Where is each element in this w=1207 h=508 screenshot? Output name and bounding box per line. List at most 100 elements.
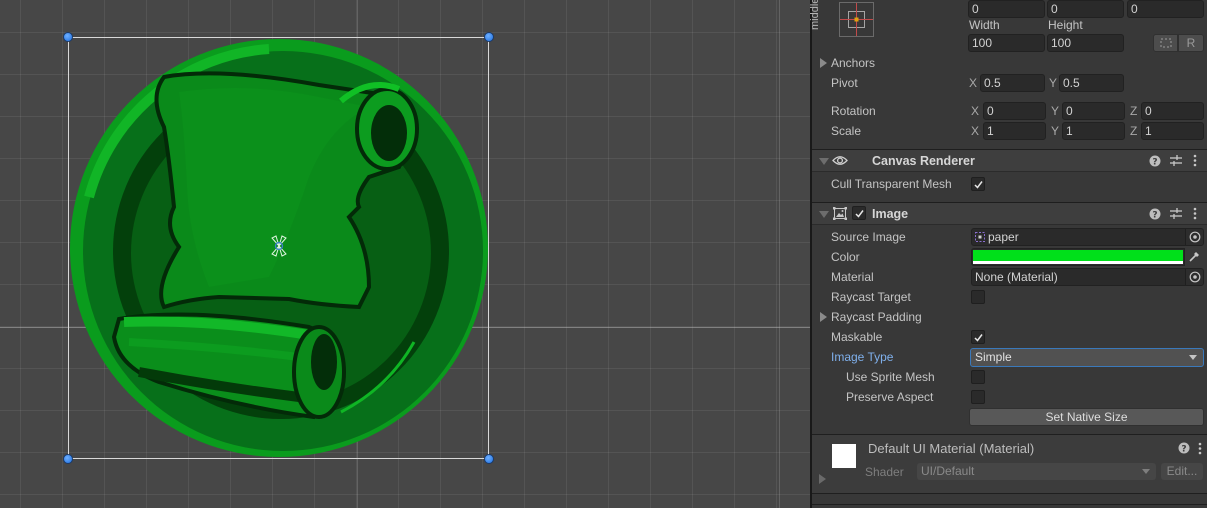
rotation-x-field[interactable]: 0 [983, 102, 1046, 120]
canvas-renderer-header[interactable]: Canvas Renderer ? [812, 149, 1207, 172]
svg-text:?: ? [1181, 445, 1186, 455]
material-field[interactable]: None (Material) [971, 268, 1204, 286]
rotation-z-field[interactable]: 0 [1141, 102, 1204, 120]
source-image-value: paper [988, 230, 1019, 244]
resize-handle-bottom-left[interactable] [63, 454, 73, 464]
dashed-rect-icon [1160, 38, 1171, 48]
image-foldout-icon[interactable] [819, 211, 829, 218]
pivot-y-label: Y [1049, 76, 1058, 90]
image-type-dropdown[interactable]: Simple [970, 348, 1204, 367]
resize-handle-bottom-right[interactable] [484, 454, 494, 464]
pivot-label: Pivot [831, 76, 858, 90]
pivot-anchor-icon[interactable] [266, 233, 292, 259]
cull-transparent-mesh-checkbox[interactable] [971, 177, 985, 191]
anchors-foldout-icon[interactable] [820, 58, 827, 68]
material-label: Material [831, 270, 874, 284]
image-type-value: Simple [975, 350, 1012, 364]
image-component-title: Image [872, 207, 909, 221]
resize-handle-top-left[interactable] [63, 32, 73, 42]
eyedropper-icon [1189, 252, 1199, 262]
rotation-y-field[interactable]: 0 [1062, 102, 1125, 120]
scale-y-label: Y [1051, 124, 1060, 138]
raycast-padding-label[interactable]: Raycast Padding [831, 310, 922, 324]
color-label: Color [831, 250, 860, 264]
shader-value: UI/Default [921, 464, 975, 478]
preset-sliders-icon[interactable] [1170, 207, 1182, 220]
pos-z-field[interactable]: 0 [1127, 0, 1204, 18]
eyedropper-button[interactable] [1185, 248, 1204, 266]
preserve-aspect-checkbox[interactable] [971, 390, 985, 404]
maskable-label: Maskable [831, 330, 883, 344]
source-image-field[interactable]: paper [971, 228, 1204, 246]
kebab-menu-icon[interactable] [1198, 442, 1202, 455]
checkmark-icon [974, 181, 983, 189]
help-icon[interactable]: ? [1149, 155, 1161, 167]
set-native-size-button[interactable]: Set Native Size [969, 408, 1204, 426]
chevron-down-icon [1189, 355, 1197, 360]
chevron-down-icon [1142, 469, 1150, 474]
pos-x-field[interactable]: 0 [968, 0, 1045, 18]
scale-z-label: Z [1130, 124, 1138, 138]
width-label: Width [969, 18, 1000, 32]
help-icon[interactable]: ? [1178, 442, 1190, 454]
kebab-menu-icon[interactable] [1193, 207, 1197, 220]
shader-dropdown[interactable]: UI/Default [917, 463, 1156, 480]
color-field[interactable] [971, 248, 1185, 266]
svg-text:?: ? [1152, 158, 1157, 168]
anchors-label[interactable]: Anchors [831, 56, 875, 70]
section-divider [812, 493, 1207, 494]
rotation-label: Rotation [831, 104, 876, 118]
pivot-x-field[interactable]: 0.5 [980, 74, 1045, 92]
material-title: Default UI Material (Material) [868, 441, 1035, 456]
image-type-label: Image Type [831, 350, 894, 364]
material-value: None (Material) [975, 270, 1058, 284]
scale-x-label: X [971, 124, 980, 138]
canvas-renderer-title: Canvas Renderer [872, 154, 975, 168]
raycast-target-checkbox[interactable] [971, 290, 985, 304]
edit-shader-button[interactable]: Edit... [1161, 463, 1203, 480]
anchor-preset-icon [840, 3, 873, 36]
anchor-preset-label: middle [809, 0, 821, 30]
image-enabled-checkbox[interactable] [852, 206, 866, 220]
help-icon[interactable]: ? [1149, 208, 1161, 220]
rotation-y-label: Y [1051, 104, 1060, 118]
raw-edit-button[interactable]: R [1178, 34, 1204, 52]
material-picker-button[interactable] [1185, 269, 1203, 285]
svg-text:?: ? [1152, 211, 1157, 221]
rotation-z-label: Z [1130, 104, 1138, 118]
inspector-panel: middle 0 0 0 Width Height 100 100 R Anch… [809, 0, 1207, 508]
pivot-y-field[interactable]: 0.5 [1059, 74, 1124, 92]
alpha-bar [973, 261, 1183, 264]
maskable-checkbox[interactable] [971, 330, 985, 344]
scene-grid-line [779, 0, 780, 508]
use-sprite-mesh-checkbox[interactable] [971, 370, 985, 384]
use-sprite-mesh-label: Use Sprite Mesh [846, 370, 935, 384]
preset-sliders-icon[interactable] [1170, 154, 1182, 167]
blueprint-mode-button[interactable] [1153, 34, 1178, 52]
checkmark-icon [974, 334, 983, 342]
section-divider [812, 504, 1207, 505]
scale-x-field[interactable]: 1 [983, 122, 1046, 140]
shader-label: Shader [865, 465, 904, 479]
canvas-renderer-foldout-icon[interactable] [819, 158, 829, 165]
width-field[interactable]: 100 [968, 34, 1045, 52]
raycast-padding-foldout-icon[interactable] [820, 312, 827, 322]
pos-y-field[interactable]: 0 [1047, 0, 1124, 18]
image-icon [833, 207, 847, 220]
raycast-target-label: Raycast Target [831, 290, 911, 304]
target-picker-icon [1189, 271, 1201, 283]
target-picker-icon [1189, 231, 1201, 243]
material-foldout-icon[interactable] [819, 474, 826, 484]
height-field[interactable]: 100 [1047, 34, 1124, 52]
image-component-header[interactable]: Image ? [812, 202, 1207, 225]
resize-handle-top-right[interactable] [484, 32, 494, 42]
scale-z-field[interactable]: 1 [1141, 122, 1204, 140]
scale-y-field[interactable]: 1 [1062, 122, 1125, 140]
anchor-preset-button[interactable] [839, 2, 874, 37]
scene-view[interactable] [0, 0, 810, 508]
rotation-x-label: X [971, 104, 980, 118]
object-picker-button[interactable] [1185, 229, 1203, 245]
kebab-menu-icon[interactable] [1193, 154, 1197, 167]
material-preview-thumbnail [832, 444, 856, 468]
sprite-asset-icon [975, 232, 985, 242]
